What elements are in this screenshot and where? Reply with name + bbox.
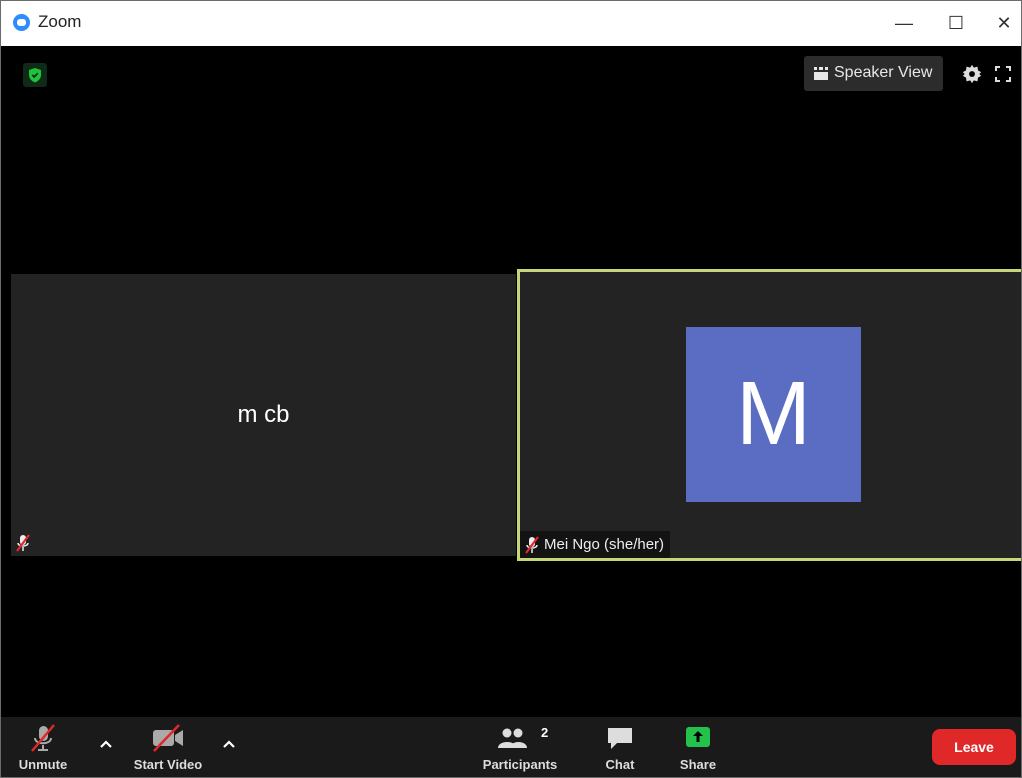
speaker-view-icon xyxy=(814,67,828,80)
muted-mic-icon xyxy=(16,534,30,552)
participant-tile-mei-ngo[interactable]: M Mei Ngo (she/her) xyxy=(517,269,1021,561)
video-options-chevron-up-icon[interactable] xyxy=(220,735,238,753)
participant-name-tag: Mei Ngo (she/her) xyxy=(520,531,671,558)
window-title: Zoom xyxy=(38,12,82,31)
zoom-window: Zoom — ☐ ✕ Speaker View m cb M Mei Ngo (… xyxy=(0,0,1022,778)
security-shield-icon[interactable] xyxy=(23,63,47,87)
maximize-button[interactable]: ☐ xyxy=(933,1,979,46)
participant-status-tag xyxy=(11,529,41,556)
avatar: M xyxy=(686,327,861,502)
participants-label: Participants xyxy=(482,757,558,772)
minimize-button[interactable]: — xyxy=(881,1,927,46)
title-bar: Zoom — ☐ ✕ xyxy=(1,1,1021,46)
participant-tile-mcb[interactable]: m cb xyxy=(11,274,516,556)
participants-icon xyxy=(497,728,527,748)
muted-mic-icon xyxy=(525,536,539,554)
start-video-button[interactable]: Start Video xyxy=(125,717,211,777)
participants-button[interactable]: 2 Participants xyxy=(475,717,565,777)
participants-count: 2 xyxy=(541,725,549,740)
unmute-button[interactable]: Unmute xyxy=(7,717,79,777)
chat-button[interactable]: Chat xyxy=(595,717,645,777)
share-screen-button[interactable]: Share xyxy=(673,717,723,777)
share-screen-icon xyxy=(686,727,710,747)
participant-name: m cb xyxy=(237,401,290,428)
video-off-icon xyxy=(153,724,183,752)
speaker-view-button[interactable]: Speaker View xyxy=(804,56,943,91)
audio-options-chevron-up-icon[interactable] xyxy=(97,735,115,753)
unmute-label: Unmute xyxy=(18,757,68,772)
fullscreen-icon[interactable] xyxy=(994,65,1012,83)
muted-mic-icon xyxy=(31,724,55,752)
gear-icon[interactable] xyxy=(961,63,983,85)
meeting-toolbar: Unmute Start Video 2 Participants Chat S… xyxy=(1,717,1021,777)
leave-meeting-button[interactable]: Leave xyxy=(932,729,1016,765)
zoom-logo-icon xyxy=(13,14,30,31)
speaker-view-label: Speaker View xyxy=(834,64,933,81)
participant-name: Mei Ngo (she/her) xyxy=(544,536,665,553)
start-video-label: Start Video xyxy=(133,757,203,772)
share-label: Share xyxy=(679,757,717,772)
chat-label: Chat xyxy=(605,757,635,772)
close-button[interactable]: ✕ xyxy=(981,1,1021,46)
chat-bubble-icon xyxy=(608,728,632,749)
